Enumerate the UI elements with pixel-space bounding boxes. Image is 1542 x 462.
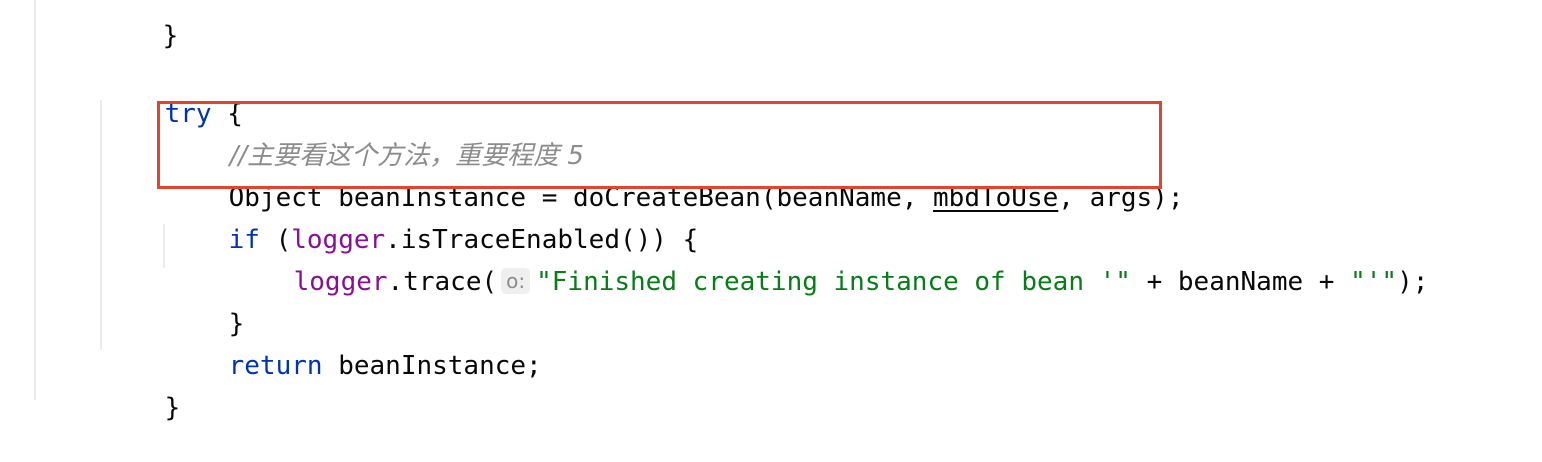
code-line-if-close: } — [166, 270, 245, 339]
code-line-if: if (logger.isTraceEnabled()) { — [166, 186, 699, 255]
code-line-try: try { — [102, 60, 243, 129]
code-line-trace: logger.trace(o: "Finished creating instan… — [231, 228, 1429, 297]
parameter-hint: o: — [501, 268, 531, 294]
code-line-try-close: } — [102, 354, 181, 423]
brace: } — [164, 393, 181, 423]
brace: } — [162, 21, 179, 51]
string-literal: "'" — [1350, 267, 1398, 297]
string-literal: "Finished creating instance of bean '" — [536, 267, 1131, 297]
gutter-divider — [34, 0, 36, 400]
code-line-return: return beanInstance; — [166, 312, 542, 381]
code-text: beanInstance; — [322, 351, 542, 381]
code-editor[interactable]: } try { //主要看这个方法，重要程度 5 Object beanInst… — [0, 0, 1542, 423]
keyword-return: return — [228, 351, 323, 381]
code-text: ); — [1397, 267, 1429, 297]
code-line-prev-brace: } — [100, 0, 179, 51]
indent-guide — [163, 224, 165, 268]
highlight-annotation-box — [157, 101, 1162, 189]
code-text: + beanName + — [1130, 267, 1351, 297]
field-logger: logger — [293, 267, 388, 297]
code-text: .trace( — [387, 267, 498, 297]
